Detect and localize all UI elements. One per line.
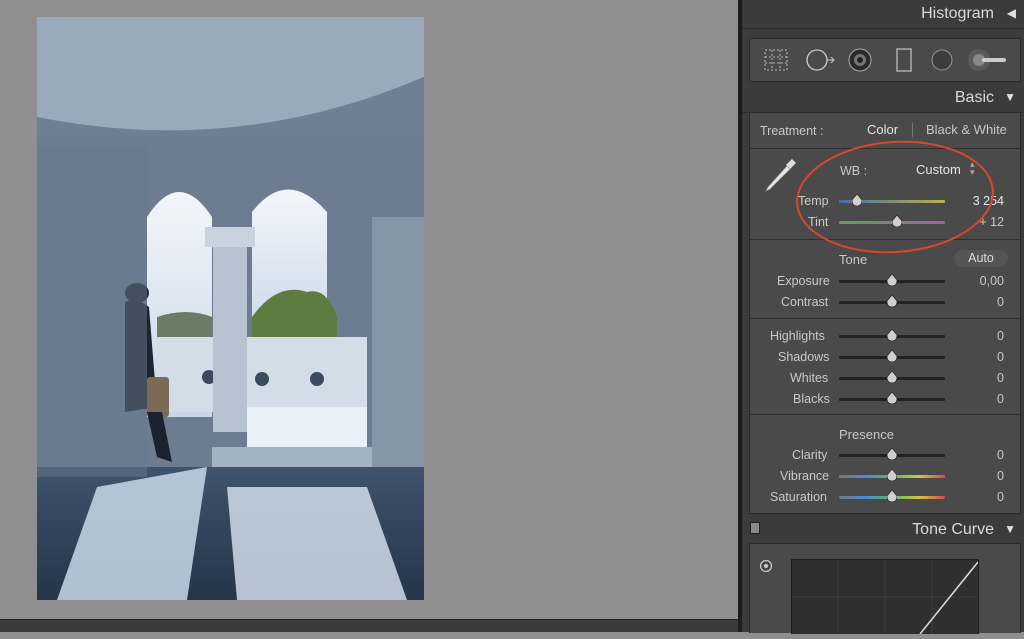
saturation-slider-thumb[interactable] — [887, 490, 897, 502]
temp-value[interactable]: 3 254 — [964, 194, 1004, 208]
target-adjust-icon[interactable] — [759, 559, 773, 578]
photo-canvas — [0, 0, 738, 632]
tone-curve-graph[interactable] — [791, 559, 979, 635]
treatment-bw-button[interactable]: Black & White — [926, 122, 1007, 137]
adjustment-brush-icon[interactable] — [966, 47, 1010, 73]
shadows-label: Shadows — [778, 350, 830, 364]
vibrance-label: Vibrance — [780, 469, 830, 483]
spot-removal-icon[interactable] — [804, 47, 835, 73]
contrast-slider-thumb[interactable] — [887, 295, 897, 307]
clarity-label: Clarity — [792, 448, 828, 462]
saturation-value[interactable]: 0 — [964, 490, 1004, 504]
divider — [750, 148, 1020, 149]
grid-crop-icon[interactable] — [762, 47, 790, 73]
vibrance-slider-thumb[interactable] — [887, 469, 897, 481]
tone-curve-header[interactable]: Tone Curve ▼ — [742, 516, 1024, 544]
exposure-value[interactable]: 0,00 — [964, 274, 1004, 288]
whites-value[interactable]: 0 — [964, 371, 1004, 385]
filmstrip-bar — [0, 619, 738, 632]
collapse-left-icon[interactable]: ◀ — [1007, 6, 1016, 20]
highlights-label: Highlights — [770, 329, 825, 343]
clarity-slider-thumb[interactable] — [887, 448, 897, 460]
divider — [750, 239, 1020, 240]
histogram-header[interactable]: Histogram ◀ — [742, 0, 1024, 29]
presence-label: Presence — [839, 427, 894, 442]
tint-slider-thumb[interactable] — [892, 215, 902, 227]
panel-toggle-switch[interactable] — [750, 522, 760, 534]
divider — [750, 414, 1020, 415]
shadows-value[interactable]: 0 — [964, 350, 1004, 364]
whites-slider-thumb[interactable] — [887, 371, 897, 383]
treatment-divider — [912, 123, 913, 137]
whites-label: Whites — [790, 371, 829, 385]
photo-preview[interactable] — [37, 17, 424, 600]
highlights-value[interactable]: 0 — [964, 329, 1004, 343]
wb-select[interactable]: Custom — [916, 162, 961, 177]
blacks-value[interactable]: 0 — [964, 392, 1004, 406]
tint-label: Tint — [808, 215, 829, 229]
temp-slider-thumb[interactable] — [852, 194, 862, 206]
eyedropper-icon[interactable] — [762, 155, 798, 200]
tint-value[interactable]: + 12 — [964, 215, 1004, 229]
histogram-title: Histogram — [921, 5, 994, 22]
blacks-slider-thumb[interactable] — [887, 392, 897, 404]
basic-header[interactable]: Basic ▼ — [742, 84, 1024, 113]
blacks-label: Blacks — [793, 392, 830, 406]
vibrance-value[interactable]: 0 — [964, 469, 1004, 483]
contrast-value[interactable]: 0 — [964, 295, 1004, 309]
shadows-slider-thumb[interactable] — [887, 350, 897, 362]
treatment-label: Treatment : — [760, 124, 824, 138]
wb-select-arrows-icon[interactable]: ▴ ▾ — [970, 160, 975, 177]
wb-label: WB : — [840, 164, 868, 178]
exposure-slider-thumb[interactable] — [887, 274, 897, 286]
basic-section: Treatment : Color Black & White WB : Cus… — [749, 112, 1021, 514]
radial-filter-icon[interactable] — [928, 47, 956, 73]
contrast-label: Contrast — [781, 295, 829, 309]
tone-curve-section — [749, 543, 1021, 635]
develop-panel: Histogram ◀ Basic ▼ Treatment : Color Bl… — [742, 0, 1024, 635]
tone-label: Tone — [839, 252, 868, 267]
highlights-slider-thumb[interactable] — [887, 329, 897, 341]
collapse-down-icon[interactable]: ▼ — [1004, 522, 1016, 536]
graduated-filter-icon[interactable] — [890, 47, 918, 73]
clarity-value[interactable]: 0 — [964, 448, 1004, 462]
treatment-color-button[interactable]: Color — [867, 122, 898, 137]
collapse-down-icon[interactable]: ▼ — [1004, 90, 1016, 104]
auto-tone-button[interactable]: Auto — [954, 250, 1008, 267]
temp-label: Temp — [798, 194, 829, 208]
divider — [750, 318, 1020, 319]
basic-title: Basic — [954, 89, 994, 106]
red-eye-icon[interactable] — [846, 47, 874, 73]
saturation-label: Saturation — [770, 490, 827, 504]
tone-curve-title: Tone Curve — [912, 521, 994, 538]
exposure-label: Exposure — [777, 274, 830, 288]
tool-strip — [749, 38, 1021, 82]
